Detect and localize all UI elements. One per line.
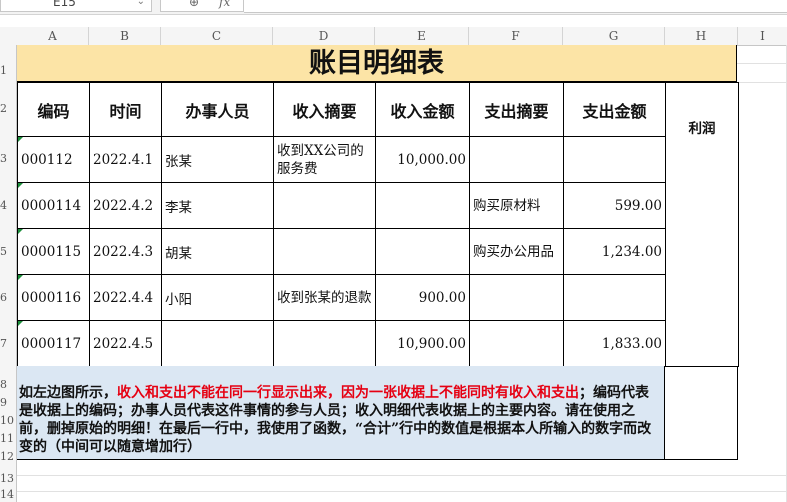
cell-expense-amount[interactable]: 599.00 bbox=[563, 182, 666, 229]
table-row: 0000115 2022.4.3 胡某 购买办公用品 1,234.00 bbox=[17, 228, 739, 275]
cell-income-desc[interactable]: 收到XX公司的服务费 bbox=[273, 136, 376, 183]
table-row: 0000116 2022.4.4 小阳 收到张某的退款 900.00 bbox=[17, 274, 739, 321]
cell-code[interactable]: 0000115 bbox=[17, 228, 90, 275]
cell-expense-amount[interactable]: 1,833.00 bbox=[563, 320, 666, 367]
header-profit[interactable]: 利润 bbox=[665, 82, 739, 367]
cell-expense-amount[interactable]: 1,234.00 bbox=[563, 228, 666, 275]
column-header-h[interactable]: H bbox=[665, 27, 738, 45]
cell-expense-amount[interactable] bbox=[563, 274, 666, 321]
header-income-desc[interactable]: 收入摘要 bbox=[273, 82, 376, 137]
cell-income-desc[interactable] bbox=[273, 320, 376, 367]
row-header-6[interactable]: 6 bbox=[0, 291, 17, 304]
column-header-e[interactable]: E bbox=[375, 27, 469, 45]
gridline bbox=[17, 475, 787, 476]
cell-code[interactable]: 0000114 bbox=[17, 182, 90, 229]
cell-date[interactable]: 2022.4.4 bbox=[89, 274, 162, 321]
cell-expense-desc[interactable]: 购买办公用品 bbox=[469, 228, 564, 275]
fx-icon[interactable]: fx bbox=[219, 0, 230, 10]
cell-person[interactable]: 胡某 bbox=[161, 228, 274, 275]
row-header-9[interactable]: 9 bbox=[0, 396, 17, 409]
header-expense-desc[interactable]: 支出摘要 bbox=[469, 82, 564, 137]
error-marker-icon[interactable] bbox=[18, 321, 23, 326]
row-header-13[interactable]: 13 bbox=[0, 472, 17, 485]
header-code[interactable]: 编码 bbox=[17, 82, 90, 137]
formula-input[interactable] bbox=[244, 0, 787, 13]
gridline bbox=[17, 491, 787, 492]
row-header-7[interactable]: 7 bbox=[0, 337, 17, 350]
cell-person[interactable]: 小阳 bbox=[161, 274, 274, 321]
row-header-14[interactable]: 14 bbox=[0, 488, 17, 501]
cell-income-desc[interactable] bbox=[273, 228, 376, 275]
cell-code[interactable]: 000112 bbox=[17, 136, 90, 183]
cell-income-amount[interactable]: 900.00 bbox=[375, 274, 470, 321]
cell-date[interactable]: 2022.4.5 bbox=[89, 320, 162, 367]
error-marker-icon[interactable] bbox=[18, 137, 23, 142]
chevron-down-icon[interactable]: ⌄ bbox=[137, 0, 145, 10]
header-person[interactable]: 办事人员 bbox=[161, 82, 274, 137]
zoom-icon[interactable]: ⊕ bbox=[189, 0, 199, 10]
cell-date[interactable]: 2022.4.1 bbox=[89, 136, 162, 183]
row-header-1[interactable]: 1 bbox=[0, 64, 17, 77]
row-header-5[interactable]: 5 bbox=[0, 245, 17, 258]
cell-code[interactable]: 0000117 bbox=[17, 320, 90, 367]
cell-income-amount[interactable]: 10,900.00 bbox=[375, 320, 470, 367]
error-marker-icon[interactable] bbox=[18, 183, 23, 188]
cell-income-desc[interactable] bbox=[273, 182, 376, 229]
formula-tools: ⊕ fx bbox=[160, 0, 244, 12]
name-box-value: E15 bbox=[53, 0, 76, 9]
column-header-f[interactable]: F bbox=[469, 27, 563, 45]
cell-expense-desc[interactable] bbox=[469, 136, 564, 183]
cell-income-amount[interactable] bbox=[375, 228, 470, 275]
error-marker-icon[interactable] bbox=[18, 275, 23, 280]
cell-person[interactable]: 张某 bbox=[161, 136, 274, 183]
cell-income-amount[interactable] bbox=[375, 182, 470, 229]
header-row: 编码 时间 办事人员 收入摘要 收入金额 支出摘要 支出金额 利润 bbox=[17, 82, 739, 367]
column-header-g[interactable]: G bbox=[563, 27, 665, 45]
header-income-amount[interactable]: 收入金额 bbox=[375, 82, 470, 137]
row-header-4[interactable]: 4 bbox=[0, 199, 17, 212]
cell-code[interactable]: 0000116 bbox=[17, 274, 90, 321]
cell-date[interactable]: 2022.4.2 bbox=[89, 182, 162, 229]
column-header-c[interactable]: C bbox=[161, 27, 273, 45]
cell-expense-desc[interactable] bbox=[469, 320, 564, 367]
row-header-8[interactable]: 8 bbox=[0, 378, 17, 391]
profit-column-tail[interactable] bbox=[664, 366, 738, 460]
error-marker-icon[interactable] bbox=[18, 229, 23, 234]
table-row: 000112 2022.4.1 张某 收到XX公司的服务费 10,000.00 bbox=[17, 136, 739, 183]
cell-expense-desc[interactable]: 购买原材料 bbox=[469, 182, 564, 229]
column-header-d[interactable]: D bbox=[273, 27, 375, 45]
cell-person[interactable]: 李某 bbox=[161, 182, 274, 229]
cell-date[interactable]: 2022.4.3 bbox=[89, 228, 162, 275]
row-header-12[interactable]: 12 bbox=[0, 450, 17, 463]
column-header-b[interactable]: B bbox=[89, 27, 161, 45]
column-header-a[interactable]: A bbox=[17, 27, 89, 45]
cell-income-desc[interactable]: 收到张某的退款 bbox=[273, 274, 376, 321]
table-bottom-border bbox=[17, 459, 738, 460]
cell-income-amount[interactable]: 10,000.00 bbox=[375, 136, 470, 183]
note-highlight: 收入和支出不能在同一行显示出来，因为一张收据上不能同时有收入和支出 bbox=[117, 385, 579, 401]
sheet-title[interactable]: 账目明细表 bbox=[17, 45, 737, 82]
cell-expense-desc[interactable] bbox=[469, 274, 564, 321]
row-header-2[interactable]: 2 bbox=[0, 102, 17, 115]
row-header-11[interactable]: 11 bbox=[0, 432, 17, 445]
row-header-3[interactable]: 3 bbox=[0, 152, 17, 165]
ledger-table: 编码 时间 办事人员 收入摘要 收入金额 支出摘要 支出金额 利润 000112… bbox=[17, 82, 739, 367]
table-row: 0000117 2022.4.5 10,900.00 1,833.00 bbox=[17, 320, 739, 367]
note-text: 如左边图所示， bbox=[19, 385, 117, 401]
header-date[interactable]: 时间 bbox=[89, 82, 162, 137]
row-header-10[interactable]: 10 bbox=[0, 414, 17, 427]
header-expense-amount[interactable]: 支出金额 bbox=[563, 82, 666, 137]
cell-expense-amount[interactable] bbox=[563, 136, 666, 183]
cell-person[interactable] bbox=[161, 320, 274, 367]
column-header-i[interactable]: I bbox=[738, 27, 787, 45]
name-box[interactable]: E15 ⌄ bbox=[0, 0, 152, 12]
table-row: 0000114 2022.4.2 李某 购买原材料 599.00 bbox=[17, 182, 739, 229]
instruction-note[interactable]: 如左边图所示，收入和支出不能在同一行显示出来，因为一张收据上不能同时有收入和支出… bbox=[17, 366, 664, 460]
